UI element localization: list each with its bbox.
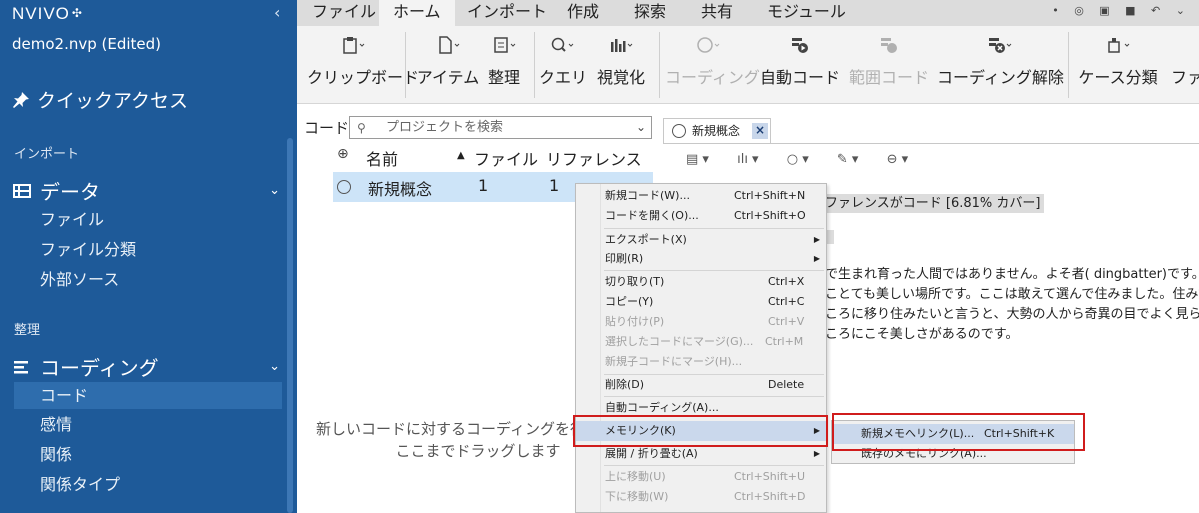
menu-expand-collapse[interactable]: 展開 / 折り畳む(A) ▶ bbox=[576, 444, 826, 464]
project-name: demo2.nvp (Edited) bbox=[12, 35, 162, 53]
query-button[interactable]: クエリ bbox=[539, 26, 587, 104]
menu-move-up[interactable]: 上に移動(U) Ctrl+Shift+U bbox=[576, 467, 826, 487]
menu-open-code[interactable]: コードを開く(O)... Ctrl+Shift+O bbox=[576, 206, 826, 226]
detail-tab[interactable]: 新規概念 × bbox=[663, 118, 771, 144]
group-coding[interactable]: コーディング ⌄ bbox=[12, 352, 284, 381]
document-icon bbox=[435, 36, 461, 54]
drop-hint: 新しいコードに対するコーディングを行う ここまでドラッグします bbox=[316, 420, 600, 460]
section-import: インポート bbox=[14, 147, 80, 162]
column-name[interactable]: 名前 bbox=[366, 146, 398, 170]
menu-new-code[interactable]: 新規コード(W)... Ctrl+Shift+N bbox=[576, 186, 826, 206]
data-icon bbox=[13, 183, 31, 198]
sidebar-item-sentiment[interactable]: 感情 bbox=[14, 411, 282, 438]
tab-import[interactable]: インポート bbox=[467, 0, 547, 26]
file-classification-button[interactable]: ファイ bbox=[1167, 26, 1199, 104]
case-classification-icon bbox=[1105, 36, 1131, 54]
node-icon[interactable]: ○ ▾ bbox=[787, 152, 809, 167]
organize-icon bbox=[491, 36, 517, 54]
coding-button[interactable]: コーディング bbox=[665, 26, 760, 104]
pin-icon bbox=[13, 91, 29, 108]
panel-title: コード bbox=[304, 119, 350, 137]
document-content: で生まれ育った人間ではありません。よそ者( dingbatter)です。 ことて… bbox=[825, 267, 1199, 342]
search-input[interactable]: ⚲ プロジェクトを検索 ⌄ bbox=[349, 116, 652, 139]
sidebar-item-files[interactable]: ファイル bbox=[14, 206, 282, 233]
submenu-arrow-icon: ▶ bbox=[813, 449, 820, 458]
menu-export[interactable]: エクスポート(X) ▶ bbox=[576, 230, 826, 250]
sidebar-item-external-sources[interactable]: 外部ソース bbox=[14, 266, 282, 293]
close-icon[interactable]: × bbox=[752, 123, 768, 139]
tab-home[interactable]: ホーム bbox=[379, 0, 455, 26]
submenu-arrow-icon: ▶ bbox=[813, 235, 820, 244]
window-controls[interactable]: • ◎ ▣ ■ ↶ ⌄ bbox=[1052, 4, 1191, 17]
node-icon bbox=[695, 36, 721, 54]
menu-copy[interactable]: コピー(Y) Ctrl+C bbox=[576, 292, 826, 312]
collapse-sidebar-icon[interactable]: ‹ bbox=[274, 3, 280, 22]
highlight-icon[interactable]: ✎ ▾ bbox=[837, 152, 859, 167]
sidebar-item-file-classification[interactable]: ファイル分類 bbox=[14, 236, 282, 263]
tab-explore[interactable]: 探索 bbox=[634, 0, 666, 26]
clipboard-icon bbox=[340, 36, 366, 54]
sidebar: NVIVO ✣ ‹ demo2.nvp (Edited) クイックアクセス インポ… bbox=[0, 0, 297, 513]
range-code-button[interactable]: 範囲コード bbox=[849, 26, 929, 104]
app-brand: NVIVO ✣ bbox=[12, 4, 83, 23]
context-menu: 新規コード(W)... Ctrl+Shift+N コードを開く(O)... Ctrl… bbox=[575, 183, 827, 513]
case-classification-button[interactable]: ケース分類 bbox=[1075, 26, 1161, 104]
tab-share[interactable]: 共有 bbox=[701, 0, 733, 26]
uncode-button[interactable]: コーディング解除 bbox=[937, 26, 1064, 104]
ribbon-tabs: ファイル ホーム インポート 作成 探索 共有 モジュール • ◎ ▣ ■ ↶ … bbox=[297, 0, 1199, 26]
row-files: 1 bbox=[478, 176, 489, 195]
menu-move-down[interactable]: 下に移動(W) Ctrl+Shift+D bbox=[576, 487, 826, 507]
chart-icon[interactable]: ılı ▾ bbox=[737, 152, 759, 167]
clipboard-button[interactable]: クリップボード bbox=[307, 26, 419, 104]
sort-up-icon: ▲ bbox=[457, 150, 465, 161]
auto-code-button[interactable]: 自動コード bbox=[757, 26, 843, 104]
ribbon: クリップボード アイテム 整理 クエリ 視覚化 コーディング 自動コード 範囲コ… bbox=[297, 26, 1199, 104]
submenu-arrow-icon: ▶ bbox=[813, 254, 820, 263]
menu-cut[interactable]: 切り取り(T) Ctrl+X bbox=[576, 272, 826, 292]
menu-print[interactable]: 印刷(R) ▶ bbox=[576, 249, 826, 269]
column-files[interactable]: ファイル bbox=[474, 146, 538, 170]
bar-chart-icon bbox=[608, 36, 634, 54]
quick-access[interactable]: クイックアクセス bbox=[12, 86, 188, 113]
memo-icon[interactable]: ▤ ▾ bbox=[686, 152, 709, 167]
node-icon bbox=[337, 180, 351, 194]
group-data[interactable]: データ ⌄ bbox=[12, 176, 284, 205]
tab-modules[interactable]: モジュール bbox=[767, 0, 846, 26]
menu-paste[interactable]: 貼り付け(P) Ctrl+V bbox=[576, 312, 826, 332]
row-name: 新規概念 bbox=[368, 180, 433, 199]
search-icon: ⚲ bbox=[357, 121, 366, 135]
section-organize: 整理 bbox=[14, 323, 41, 338]
node-icon bbox=[672, 124, 686, 138]
organize-button[interactable]: 整理 bbox=[481, 26, 527, 104]
sidebar-item-codes[interactable]: コード bbox=[14, 382, 282, 409]
sidebar-item-relationship-types[interactable]: 関係タイプ bbox=[14, 471, 282, 498]
reference-summary: ファレンスがコード [6.81% カバー] bbox=[825, 194, 1045, 213]
chevron-down-icon: ⌄ bbox=[269, 183, 280, 198]
visualize-button[interactable]: 視覚化 bbox=[591, 26, 651, 104]
query-icon bbox=[549, 36, 575, 54]
list-header: ⊕ 名前 ▲ ファイル リファレンス bbox=[333, 146, 653, 170]
add-column-icon[interactable]: ⊕ bbox=[337, 146, 349, 162]
menu-merge-into-selected[interactable]: 選択したコードにマージ(G)... Ctrl+M bbox=[576, 332, 826, 352]
detail-toolbar: ▤ ▾ ılı ▾ ○ ▾ ✎ ▾ ⊖ ▾ bbox=[686, 152, 932, 167]
item-button[interactable]: アイテム bbox=[415, 26, 481, 104]
divider bbox=[663, 143, 1199, 144]
range-code-icon bbox=[878, 36, 900, 54]
chevron-down-icon: ⌄ bbox=[269, 359, 280, 374]
auto-code-icon bbox=[789, 36, 811, 54]
row-refs: 1 bbox=[549, 176, 560, 195]
link-icon[interactable]: ⊖ ▾ bbox=[887, 152, 909, 167]
tab-file[interactable]: ファイル bbox=[312, 0, 376, 26]
tab-create[interactable]: 作成 bbox=[567, 0, 599, 26]
menu-delete[interactable]: 削除(D) Delete bbox=[576, 375, 826, 395]
highlight-box-new-memo bbox=[832, 413, 1085, 451]
menu-merge-into-new-child[interactable]: 新規子コードにマージ(H)... bbox=[576, 352, 826, 372]
column-references[interactable]: リファレンス bbox=[546, 146, 642, 170]
sidebar-scrollbar[interactable] bbox=[287, 138, 293, 513]
uncode-icon bbox=[986, 36, 1012, 54]
chevron-down-icon[interactable]: ⌄ bbox=[636, 117, 646, 138]
coding-icon bbox=[14, 360, 28, 373]
highlight-box-memo-link bbox=[573, 415, 828, 447]
sidebar-item-relationships[interactable]: 関係 bbox=[14, 441, 282, 468]
